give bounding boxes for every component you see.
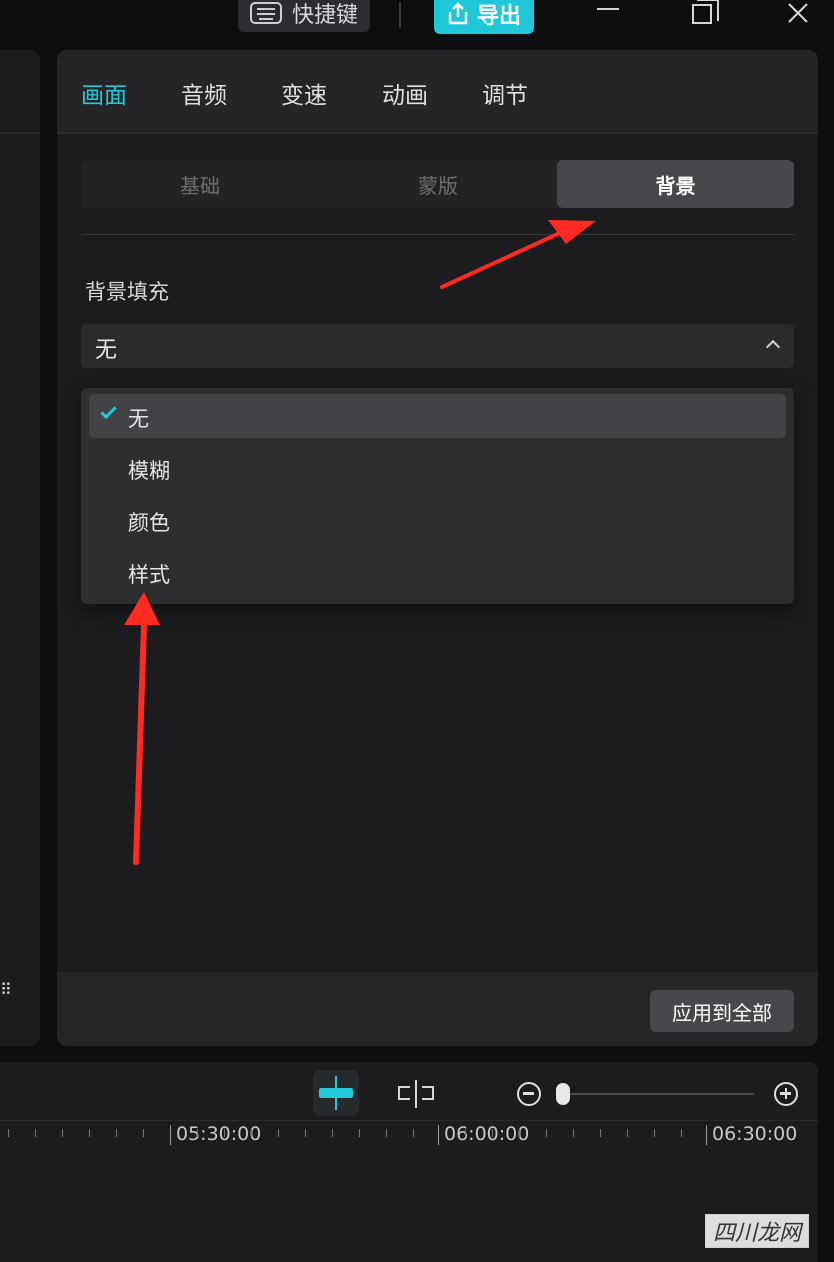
shortcut-button[interactable]: 快捷键 — [238, 0, 370, 32]
background-fill-value: 无 — [95, 338, 118, 363]
tab-speed[interactable]: 变速 — [281, 76, 327, 110]
option-label: 颜色 — [128, 511, 170, 535]
subtab-mask[interactable]: 蒙版 — [319, 160, 557, 208]
keyboard-icon — [249, 2, 282, 24]
snap-icon-marker — [335, 1076, 337, 1110]
watermark: 四川龙网 — [705, 1214, 809, 1248]
sub-tabs: 基础 蒙版 背景 — [81, 160, 794, 208]
split-icon[interactable] — [398, 1080, 434, 1108]
option-style[interactable]: 样式 — [89, 550, 786, 594]
tab-video[interactable]: 画面 — [81, 76, 127, 110]
timecode-label: 06:00:00 — [444, 1123, 530, 1145]
minimize-button[interactable] — [588, 0, 628, 32]
properties-panel: 画面 音频 变速 动画 调节 基础 蒙版 背景 背景填充 无 无 模糊 颜色 样… — [57, 50, 818, 1046]
option-label: 无 — [128, 407, 149, 431]
background-fill-select[interactable]: 无 — [81, 324, 794, 368]
shortcut-label: 快捷键 — [291, 3, 358, 28]
property-tabs: 画面 音频 变速 动画 调节 — [57, 50, 818, 134]
check-icon — [100, 402, 117, 420]
timecode-label: 06:30:00 — [712, 1123, 798, 1145]
tab-audio[interactable]: 音频 — [181, 76, 227, 110]
export-label: 导出 — [476, 4, 521, 29]
timeline-ruler[interactable]: 05:30:00 06:00:00 06:30:00 — [0, 1120, 818, 1160]
background-fill-label: 背景填充 — [85, 280, 169, 304]
section-divider — [81, 234, 794, 235]
timecode-label: 05:30:00 — [176, 1123, 262, 1145]
option-none[interactable]: 无 — [89, 394, 786, 438]
apply-to-all-button[interactable]: 应用到全部 — [650, 990, 794, 1032]
chevron-up-icon — [765, 339, 781, 355]
tab-adjust[interactable]: 调节 — [482, 76, 528, 110]
option-label: 样式 — [128, 563, 170, 587]
zoom-out-icon[interactable] — [517, 1082, 541, 1106]
left-panel-icon[interactable]: ⠿ — [0, 980, 12, 999]
zoom-slider-thumb[interactable] — [556, 1083, 570, 1105]
export-icon — [448, 2, 468, 25]
panel-footer: 应用到全部 — [57, 972, 818, 1046]
subtab-background[interactable]: 背景 — [557, 160, 794, 208]
snap-toggle-button[interactable] — [313, 1070, 359, 1116]
tab-animation[interactable]: 动画 — [382, 76, 428, 110]
background-fill-dropdown: 无 模糊 颜色 样式 — [81, 388, 794, 604]
left-panel: ⠿ — [0, 50, 40, 1046]
restore-icon — [692, 0, 719, 24]
left-panel-header — [0, 50, 40, 134]
option-color[interactable]: 颜色 — [89, 498, 786, 542]
option-label: 模糊 — [128, 459, 170, 483]
zoom-in-icon[interactable] — [774, 1082, 798, 1106]
export-button[interactable]: 导出 — [434, 0, 534, 34]
toolbar-divider — [399, 2, 401, 28]
close-icon — [788, 3, 808, 23]
zoom-slider-track[interactable] — [566, 1093, 754, 1095]
timeline: 05:30:00 06:00:00 06:30:00 — [0, 1062, 818, 1262]
option-blur[interactable]: 模糊 — [89, 446, 786, 490]
maximize-button[interactable] — [682, 0, 722, 32]
minimize-icon — [597, 8, 619, 10]
subtab-basic[interactable]: 基础 — [81, 160, 319, 208]
title-bar: 快捷键 导出 — [0, 0, 834, 44]
close-button[interactable] — [778, 0, 818, 32]
